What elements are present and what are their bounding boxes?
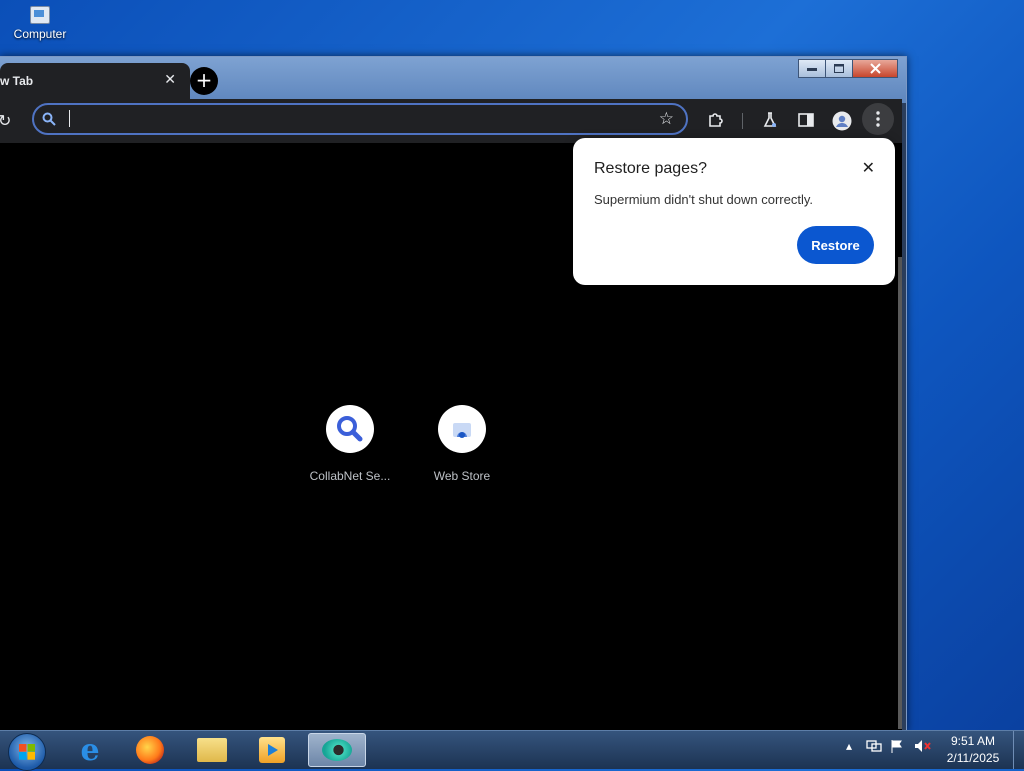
- tab-title: w Tab: [0, 74, 34, 88]
- taskbar-internet-explorer[interactable]: e: [64, 732, 116, 768]
- dialog-message: Supermium didn't shut down correctly.: [594, 192, 814, 207]
- clock-date: 2/11/2025: [946, 751, 1000, 765]
- side-panel-icon[interactable]: [796, 111, 816, 131]
- restore-button[interactable]: Restore: [797, 226, 874, 264]
- browser-toolbar: ↻ ☆: [0, 99, 902, 143]
- toolbar-separator: [742, 113, 743, 129]
- taskbar: e ▴ 9:51 AM 2/11/2025: [0, 730, 1024, 771]
- profile-avatar-icon[interactable]: [832, 111, 852, 131]
- action-center-flag-icon[interactable]: [890, 739, 906, 756]
- desktop-icon-computer[interactable]: Computer: [8, 4, 72, 41]
- extensions-icon[interactable]: [706, 111, 726, 131]
- clock-time: 9:51 AM: [950, 734, 996, 748]
- show-hidden-icons-icon[interactable]: ▴: [846, 739, 852, 753]
- taskbar-media-player[interactable]: [246, 733, 298, 767]
- show-desktop-button[interactable]: [1013, 731, 1024, 769]
- restore-pages-dialog: Restore pages? ✕ Supermium didn't shut d…: [573, 138, 895, 285]
- taskbar-file-explorer[interactable]: [186, 733, 238, 767]
- text-cursor: [69, 110, 70, 127]
- computer-icon: [30, 6, 50, 24]
- dialog-title: Restore pages?: [594, 160, 707, 177]
- tab-strip: w Tab ✕ +: [0, 61, 902, 99]
- desktop-icon-label: Computer: [13, 27, 67, 41]
- shortcut-web-store[interactable]: Web Store: [412, 405, 512, 483]
- address-input[interactable]: [68, 109, 632, 131]
- supermium-icon: [322, 739, 352, 761]
- search-icon: [42, 112, 56, 126]
- shortcut-label: Web Store: [433, 469, 491, 483]
- more-vertical-icon: [876, 111, 880, 127]
- system-clock[interactable]: 9:51 AM 2/11/2025: [940, 733, 1006, 767]
- web-store-icon: [438, 405, 486, 453]
- tab-new-tab[interactable]: w Tab ✕: [0, 63, 190, 99]
- taskbar-firefox[interactable]: [124, 733, 176, 767]
- start-button[interactable]: [8, 733, 46, 771]
- close-icon[interactable]: ✕: [862, 158, 875, 177]
- network-icon[interactable]: [866, 739, 882, 756]
- shortcut-label: CollabNet Se...: [309, 469, 391, 483]
- new-tab-button[interactable]: +: [190, 67, 218, 95]
- bookmark-star-icon[interactable]: ☆: [659, 109, 674, 129]
- volume-muted-icon[interactable]: [914, 739, 932, 756]
- search-icon: [326, 405, 374, 453]
- omnibox[interactable]: ☆: [32, 103, 688, 135]
- internet-explorer-icon: e: [80, 732, 100, 768]
- shortcut-collabnet[interactable]: CollabNet Se...: [300, 405, 400, 483]
- reload-icon[interactable]: ↻: [0, 111, 11, 130]
- tab-close-icon[interactable]: ✕: [164, 72, 176, 88]
- firefox-icon: [136, 736, 164, 764]
- labs-flask-icon[interactable]: [760, 111, 780, 131]
- scrollbar[interactable]: [898, 257, 902, 729]
- media-player-icon: [259, 737, 285, 763]
- taskbar-supermium[interactable]: [308, 733, 366, 767]
- browser-menu-button[interactable]: [862, 103, 894, 135]
- file-explorer-icon: [197, 738, 227, 762]
